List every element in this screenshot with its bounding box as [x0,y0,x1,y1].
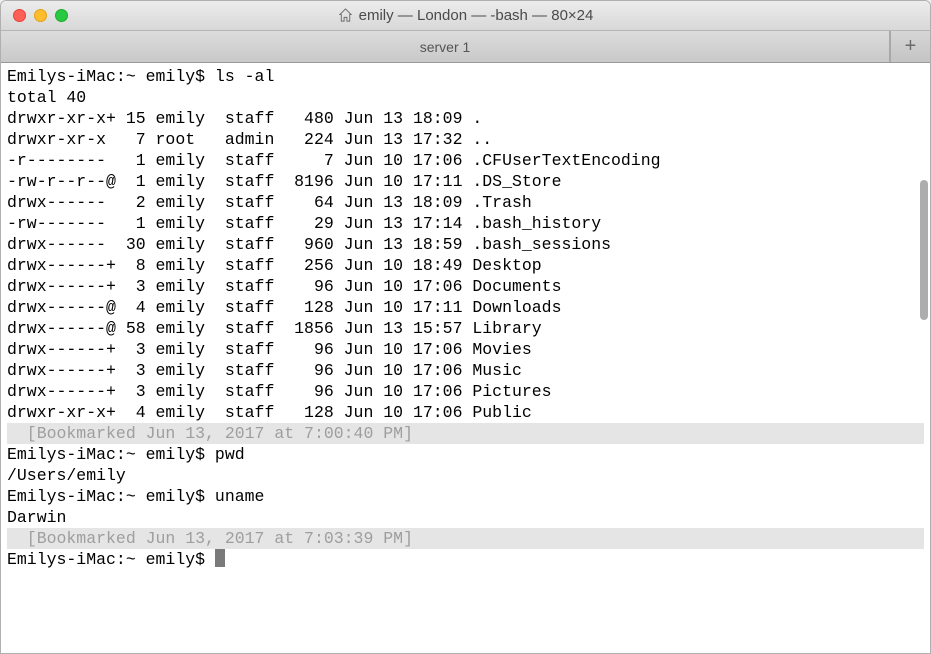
term-line: drwx------+ 3 emily staff 96 Jun 10 17:0… [7,339,924,360]
tab-server-1[interactable]: server 1 [1,31,890,62]
term-line: /Users/emily [7,465,924,486]
term-line: -rw-r--r--@ 1 emily staff 8196 Jun 10 17… [7,171,924,192]
bookmark-line: [Bookmarked Jun 13, 2017 at 7:00:40 PM] [7,423,924,444]
cursor [215,549,225,567]
close-button[interactable] [13,9,26,22]
term-line: drwx------+ 3 emily staff 96 Jun 10 17:0… [7,360,924,381]
bookmark-line: [Bookmarked Jun 13, 2017 at 7:03:39 PM] [7,528,924,549]
term-line: drwx------+ 8 emily staff 256 Jun 10 18:… [7,255,924,276]
term-line: Emilys-iMac:~ emily$ uname [7,486,924,507]
new-tab-button[interactable]: + [890,31,930,62]
prompt-text: Emilys-iMac:~ emily$ [7,550,215,569]
term-line: -r-------- 1 emily staff 7 Jun 10 17:06 … [7,150,924,171]
scrollbar-thumb[interactable] [920,180,928,320]
titlebar[interactable]: emily — London — -bash — 80×24 [1,1,930,31]
window-title-container: emily — London — -bash — 80×24 [1,7,930,24]
home-icon [338,8,353,23]
term-line: drwxr-xr-x+ 4 emily staff 128 Jun 10 17:… [7,402,924,423]
term-line: Emilys-iMac:~ emily$ pwd [7,444,924,465]
terminal-output[interactable]: Emilys-iMac:~ emily$ ls -al total 40 drw… [1,63,930,653]
traffic-lights [1,9,68,22]
terminal-window: emily — London — -bash — 80×24 server 1 … [0,0,931,654]
term-line: drwx------ 2 emily staff 64 Jun 13 18:09… [7,192,924,213]
term-line: drwxr-xr-x+ 15 emily staff 480 Jun 13 18… [7,108,924,129]
term-line: -rw------- 1 emily staff 29 Jun 13 17:14… [7,213,924,234]
term-line: drwx------+ 3 emily staff 96 Jun 10 17:0… [7,276,924,297]
minimize-button[interactable] [34,9,47,22]
term-line: drwx------ 30 emily staff 960 Jun 13 18:… [7,234,924,255]
term-line: drwx------@ 58 emily staff 1856 Jun 13 1… [7,318,924,339]
maximize-button[interactable] [55,9,68,22]
term-line: Darwin [7,507,924,528]
term-line: Emilys-iMac:~ emily$ ls -al [7,66,924,87]
plus-icon: + [905,35,917,58]
term-line: total 40 [7,87,924,108]
term-line: drwxr-xr-x 7 root admin 224 Jun 13 17:32… [7,129,924,150]
term-line: drwx------@ 4 emily staff 128 Jun 10 17:… [7,297,924,318]
term-line: drwx------+ 3 emily staff 96 Jun 10 17:0… [7,381,924,402]
prompt-line: Emilys-iMac:~ emily$ [7,549,924,570]
tabbar: server 1 + [1,31,930,63]
tab-label: server 1 [420,39,471,55]
window-title: emily — London — -bash — 80×24 [359,7,594,24]
